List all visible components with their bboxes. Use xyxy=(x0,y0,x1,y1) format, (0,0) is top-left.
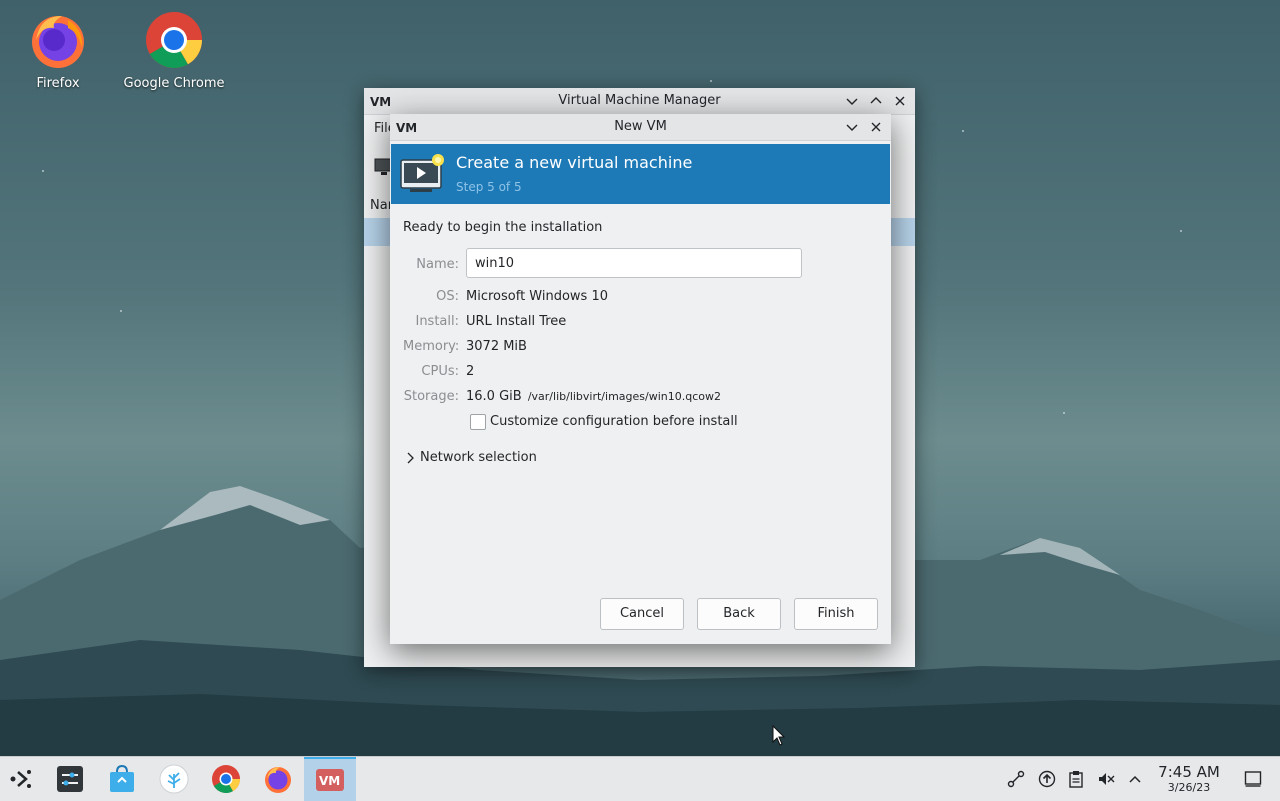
minimize-button[interactable] xyxy=(843,118,861,136)
new-vm-titlebar[interactable]: VM New VM xyxy=(390,114,891,141)
chrome-icon xyxy=(212,765,240,793)
maximize-button[interactable] xyxy=(867,92,885,110)
clock-time: 7:45 AM xyxy=(1158,763,1220,781)
discover-store-icon xyxy=(110,765,134,792)
memory-label: Memory: xyxy=(403,339,460,354)
show-desktop-button[interactable] xyxy=(1243,769,1263,789)
cpus-label: CPUs: xyxy=(421,364,459,379)
storage-label: Storage: xyxy=(403,389,459,404)
network-selection-label: Network selection xyxy=(420,450,537,465)
desktop-icon-firefox[interactable]: Firefox xyxy=(3,10,113,91)
storage-value: 16.0 GiB /var/lib/libvirt/images/win10.q… xyxy=(466,389,721,404)
firefox-icon xyxy=(28,10,88,70)
storage-size: 16.0 GiB xyxy=(466,389,522,404)
chevron-down-icon xyxy=(846,98,858,105)
volume-muted-icon xyxy=(1099,773,1115,785)
taskbar-chrome[interactable] xyxy=(204,757,248,801)
network-icon xyxy=(1007,770,1025,788)
wizard-banner: Create a new virtual machine Step 5 of 5 xyxy=(391,144,890,204)
desktop-icon-chrome[interactable]: Google Chrome xyxy=(119,10,229,91)
new-vm-dialog[interactable]: VM New VM Create a new virtual machine S… xyxy=(390,114,891,644)
storage-path: /var/lib/libvirt/images/win10.qcow2 xyxy=(527,390,721,403)
taskbar-plasma[interactable] xyxy=(152,757,196,801)
os-value: Microsoft Windows 10 xyxy=(466,289,608,304)
close-button[interactable] xyxy=(891,92,909,110)
plasma-icon xyxy=(159,764,189,794)
clock-date: 3/26/23 xyxy=(1167,781,1211,794)
close-icon xyxy=(895,96,905,106)
tray-network[interactable] xyxy=(1006,769,1026,789)
close-icon xyxy=(871,122,881,132)
application-launcher-button[interactable] xyxy=(0,757,44,801)
taskbar-virt-manager[interactable]: VM xyxy=(304,757,356,801)
minimize-button[interactable] xyxy=(843,92,861,110)
os-label: OS: xyxy=(436,289,459,304)
close-button[interactable] xyxy=(867,118,885,136)
customize-checkbox[interactable] xyxy=(470,414,486,430)
ready-text: Ready to begin the installation xyxy=(403,220,603,235)
tray-volume[interactable] xyxy=(1096,769,1116,789)
application-launcher-icon xyxy=(10,770,31,788)
taskbar: VM 7:45 AM 3/26/23 xyxy=(0,756,1280,801)
vm-name-input[interactable] xyxy=(466,248,802,278)
chrome-icon xyxy=(144,10,204,70)
install-label: Install: xyxy=(415,314,459,329)
firefox-icon xyxy=(265,767,291,793)
tray-expand[interactable] xyxy=(1125,769,1145,789)
name-label: Name: xyxy=(416,257,459,272)
banner-step: Step 5 of 5 xyxy=(456,180,522,194)
wizard-content: Ready to begin the installation Name: OS… xyxy=(390,204,891,644)
taskbar-discover[interactable] xyxy=(100,757,144,801)
dialog-title: New VM xyxy=(614,119,667,134)
taskbar-system-settings[interactable] xyxy=(48,757,92,801)
system-settings-icon xyxy=(57,766,83,792)
tray-clipboard[interactable] xyxy=(1066,769,1086,789)
chevron-up-icon xyxy=(870,97,882,104)
install-value: URL Install Tree xyxy=(466,314,567,329)
chevron-right-icon xyxy=(407,452,414,463)
memory-value: 3072 MiB xyxy=(466,339,527,354)
mouse-cursor-icon xyxy=(772,725,786,746)
finish-button[interactable]: Finish xyxy=(794,598,878,630)
svg-text:VM: VM xyxy=(319,774,340,788)
new-vm-icon xyxy=(400,154,444,192)
desktop-icon-label: Google Chrome xyxy=(123,76,225,91)
desktop-icon-label: Firefox xyxy=(36,76,80,91)
network-selection-expander[interactable]: Network selection xyxy=(406,450,537,465)
show-desktop-icon xyxy=(1244,771,1262,787)
vmm-titlebar[interactable]: VM Virtual Machine Manager xyxy=(364,88,915,115)
cpus-value: 2 xyxy=(466,364,475,379)
clipboard-icon xyxy=(1069,771,1083,788)
cancel-button[interactable]: Cancel xyxy=(600,598,684,630)
updates-icon xyxy=(1038,770,1056,788)
back-button[interactable]: Back xyxy=(697,598,781,630)
virt-manager-icon: VM xyxy=(316,769,344,791)
window-title: Virtual Machine Manager xyxy=(558,93,721,108)
banner-title: Create a new virtual machine xyxy=(456,153,693,172)
chevron-down-icon xyxy=(846,124,858,131)
tray-updates[interactable] xyxy=(1037,769,1057,789)
taskbar-firefox[interactable] xyxy=(256,757,300,801)
digital-clock[interactable]: 7:45 AM 3/26/23 xyxy=(1150,763,1228,794)
customize-checkbox-label[interactable]: Customize configuration before install xyxy=(490,414,738,429)
expand-tray-icon xyxy=(1129,775,1141,783)
